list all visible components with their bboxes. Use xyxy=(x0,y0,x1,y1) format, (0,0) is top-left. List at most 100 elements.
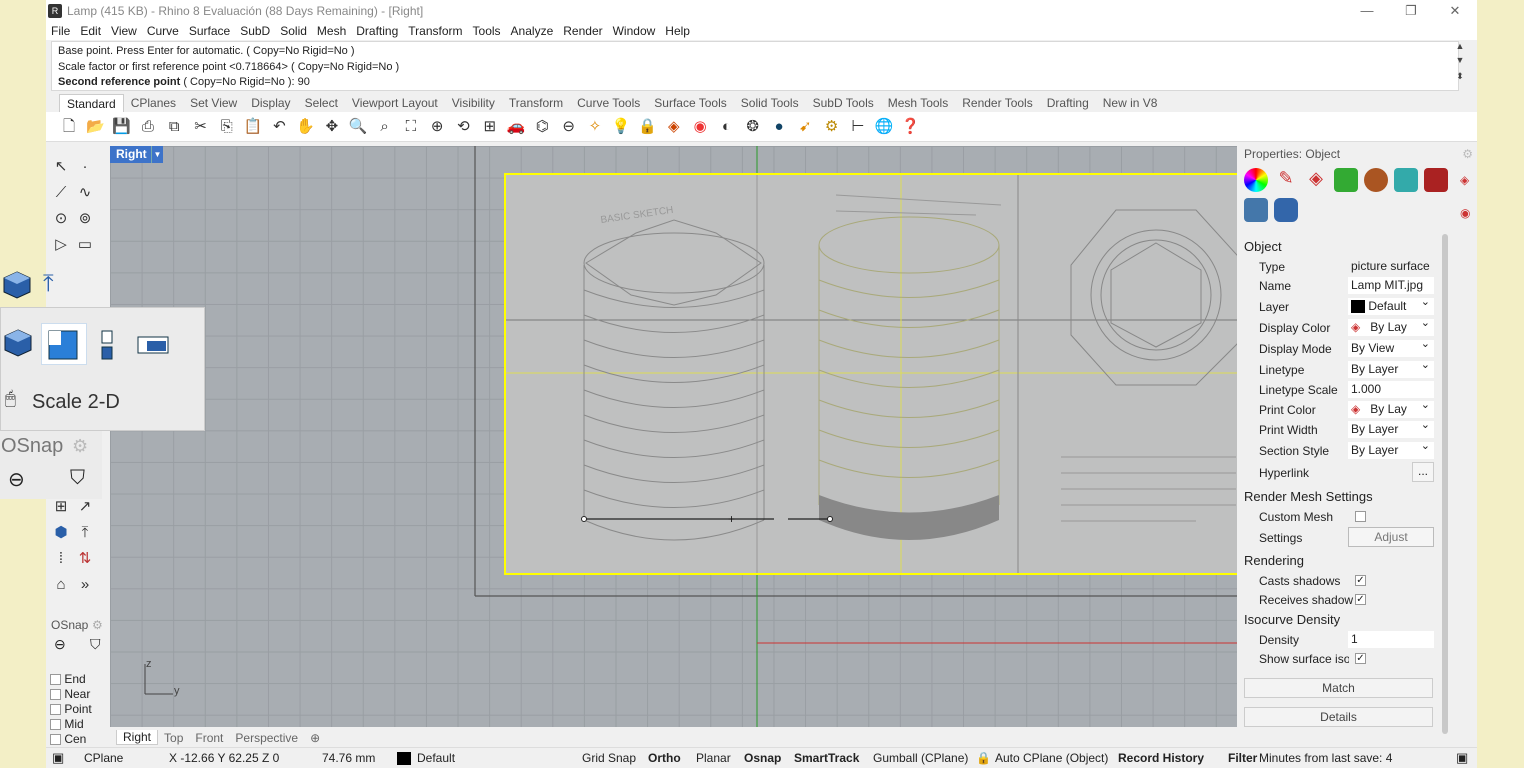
menu-help[interactable]: Help xyxy=(665,24,690,38)
tab-standard[interactable]: Standard xyxy=(59,94,124,112)
menu-window[interactable]: Window xyxy=(613,24,656,38)
undo-icon[interactable]: ↶ xyxy=(268,116,290,138)
help-icon[interactable]: ❓ xyxy=(900,116,922,138)
cplane-icon[interactable]: ⊖ xyxy=(558,116,580,138)
environment-icon[interactable]: ❂ xyxy=(742,116,764,138)
car-icon[interactable]: 🚗 xyxy=(505,116,527,138)
tab-drafting[interactable]: Drafting xyxy=(1040,94,1096,112)
osnap-toggle-icon[interactable]: ⊖ xyxy=(54,636,66,653)
status-ortho[interactable]: Ortho xyxy=(648,751,681,765)
extrude-tools-icon[interactable]: ⤒ xyxy=(43,270,54,298)
osnap-item-near[interactable]: Near xyxy=(50,687,90,701)
menu-render[interactable]: Render xyxy=(563,24,602,38)
menu-solid[interactable]: Solid xyxy=(280,24,307,38)
material-ball-icon[interactable] xyxy=(1364,168,1388,192)
status-planar[interactable]: Planar xyxy=(696,751,731,765)
minimize-button[interactable]: — xyxy=(1345,0,1389,21)
new-icon[interactable]: 🗋 xyxy=(58,116,80,138)
polyline-icon[interactable]: ⟋ xyxy=(50,182,72,204)
globe-icon[interactable]: 🌐 xyxy=(873,116,895,138)
material-icon[interactable]: ◐ xyxy=(715,116,737,138)
status-record-history[interactable]: Record History xyxy=(1118,751,1204,765)
ellipse-icon[interactable]: ⊚ xyxy=(74,208,96,230)
osnap-item-point[interactable]: Point xyxy=(50,702,92,716)
lamp-picture-surface[interactable]: BASIC SKETCH + xyxy=(504,173,1237,575)
filter-icon[interactable]: ⛉ xyxy=(70,467,85,490)
match-button[interactable]: Match xyxy=(1244,678,1433,698)
tab-cplanes[interactable]: CPlanes xyxy=(124,94,183,112)
hyperlink-button[interactable]: ... xyxy=(1412,462,1434,482)
tab-right[interactable]: Right xyxy=(116,730,159,745)
dimension-icon[interactable]: ⊢ xyxy=(847,116,869,138)
gear-icon[interactable]: ⚙ xyxy=(1462,147,1473,161)
print-icon[interactable]: ⎙ xyxy=(137,116,159,138)
linetype-dropdown[interactable]: By Layer xyxy=(1348,357,1434,378)
pencil-icon[interactable]: ✎ xyxy=(1274,168,1298,192)
picture-icon[interactable] xyxy=(1424,168,1448,192)
menu-view[interactable]: View xyxy=(111,24,137,38)
chevron-up-icon[interactable]: ▲ xyxy=(1456,41,1465,51)
status-gumball[interactable]: Gumball (CPlane) xyxy=(873,751,968,765)
tab-display[interactable]: Display xyxy=(244,94,297,112)
tab-surface-tools[interactable]: Surface Tools xyxy=(647,94,734,112)
checkbox[interactable] xyxy=(50,719,61,731)
osnap-toggle-icon[interactable]: ⊖ xyxy=(8,467,25,492)
decal-icon[interactable] xyxy=(1244,198,1268,222)
rectangle-icon[interactable]: ▭ xyxy=(74,234,96,256)
receives-shadow-checkbox[interactable]: ✓ xyxy=(1355,594,1366,605)
checkbox[interactable] xyxy=(50,689,61,701)
checkbox[interactable] xyxy=(50,674,61,686)
close-button[interactable]: ✕ xyxy=(1433,0,1477,21)
tab-viewport-layout[interactable]: Viewport Layout xyxy=(345,94,445,112)
status-osnap[interactable]: Osnap xyxy=(744,751,781,765)
menu-mesh[interactable]: Mesh xyxy=(317,24,346,38)
mesh-icon[interactable]: ⌬ xyxy=(531,116,553,138)
cube-icon[interactable] xyxy=(2,327,34,359)
tab-visibility[interactable]: Visibility xyxy=(445,94,502,112)
menu-edit[interactable]: Edit xyxy=(80,24,101,38)
array-icon[interactable]: ⊞ xyxy=(50,496,72,518)
menu-surface[interactable]: Surface xyxy=(189,24,230,38)
lock-icon[interactable]: 🔒 xyxy=(637,116,659,138)
tab-front[interactable]: Front xyxy=(189,731,229,745)
tab-select[interactable]: Select xyxy=(298,94,345,112)
light-icon[interactable]: 💡 xyxy=(610,116,632,138)
cylinder-icon[interactable] xyxy=(1274,198,1298,222)
rotate-icon[interactable]: ✥ xyxy=(321,116,343,138)
display-mode-dropdown[interactable]: By View xyxy=(1348,336,1434,357)
viewport-title-tab[interactable]: Right xyxy=(110,146,153,163)
name-field[interactable]: Lamp MIT.jpg xyxy=(1348,277,1434,294)
arc-icon[interactable]: ▷ xyxy=(50,234,72,256)
tab-perspective[interactable]: Perspective xyxy=(229,731,304,745)
chevron-down-icon[interactable]: ▼ xyxy=(1456,55,1465,65)
zoom-selected-icon[interactable]: ⊕ xyxy=(426,116,448,138)
solid-tools-icon[interactable] xyxy=(1,269,33,301)
gear-icon[interactable]: ⚙ xyxy=(72,436,88,457)
add-viewport-icon[interactable]: ⊕ xyxy=(304,731,326,745)
status-smarttrack[interactable]: SmartTrack xyxy=(794,751,859,765)
zoom-icon[interactable]: 🔍 xyxy=(347,116,369,138)
filter-icon[interactable]: ⛉ xyxy=(90,636,101,653)
more-icon[interactable]: » xyxy=(74,574,96,596)
import-icon[interactable]: ⧉ xyxy=(163,116,185,138)
adjust-button[interactable]: Adjust xyxy=(1348,527,1434,547)
zoom-window-icon[interactable]: ⌕ xyxy=(374,116,396,138)
status-grid-snap[interactable]: Grid Snap xyxy=(582,751,636,765)
paste-icon[interactable]: 📋 xyxy=(242,116,264,138)
checkbox[interactable] xyxy=(50,704,61,716)
menu-subd[interactable]: SubD xyxy=(240,24,270,38)
tab-top[interactable]: Top xyxy=(158,731,189,745)
extrude-icon[interactable]: ⤒ xyxy=(74,522,96,544)
properties-scrollbar[interactable] xyxy=(1442,234,1448,734)
save-icon[interactable]: 💾 xyxy=(111,116,133,138)
menu-drafting[interactable]: Drafting xyxy=(356,24,398,38)
restore-button[interactable]: ❐ xyxy=(1389,0,1433,21)
command-scrollbar[interactable]: ▲ ▼ ⬍ xyxy=(1453,41,1467,91)
spin-icon[interactable]: ⬍ xyxy=(1456,71,1464,82)
cplane-icon[interactable]: ▣ xyxy=(52,750,64,766)
rotate-view-icon[interactable]: ⟲ xyxy=(452,116,474,138)
print-width-dropdown[interactable]: By Layer xyxy=(1348,417,1434,438)
osnap-icon[interactable]: ✧ xyxy=(584,116,606,138)
cut-icon[interactable]: ✂ xyxy=(189,116,211,138)
command-prompt[interactable]: Second reference point ( Copy=No Rigid=N… xyxy=(58,75,1452,91)
